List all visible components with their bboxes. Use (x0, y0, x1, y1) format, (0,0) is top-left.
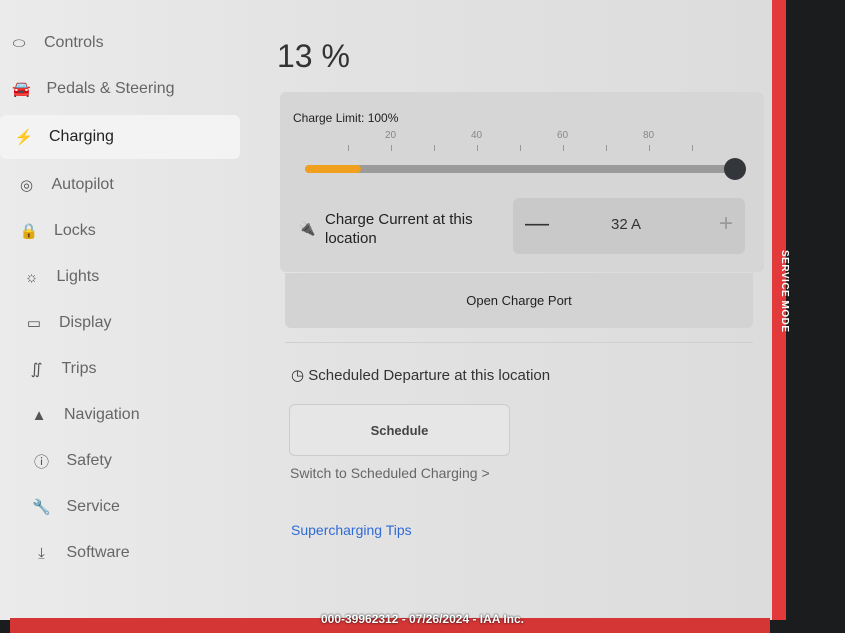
display-icon: ▭ (26, 315, 42, 332)
sidebar-item-pedals-steering[interactable]: 🚘 Pedals & Steering (0, 66, 240, 112)
toggle-icon: ⬭ (12, 34, 26, 52)
navigation-icon: ▲ (31, 406, 47, 424)
battery-percent: 13 % (277, 38, 350, 74)
charge-current-stepper: — 32 A + (513, 198, 745, 254)
schedule-button[interactable]: Schedule (289, 404, 510, 456)
download-icon: ⤓ (38, 544, 45, 562)
sidebar-item-label: Charging (49, 128, 114, 145)
slider-tick (563, 145, 564, 151)
service-mode-label: SERVICE MODE (779, 250, 790, 333)
sidebar-item-label: Trips (61, 360, 97, 377)
sidebar-item-label: Display (59, 314, 112, 331)
scheduled-departure: ◷ Scheduled Departure at this location (291, 366, 550, 384)
sidebar-item-label: Controls (44, 34, 104, 51)
slider-tick (692, 145, 693, 151)
slider-tick (477, 145, 478, 151)
slider-tick (649, 145, 650, 151)
sidebar-item-label: Lights (56, 268, 100, 285)
scheduled-departure-label: Scheduled Departure at this location (308, 367, 551, 384)
sidebar-item-label: Navigation (64, 406, 140, 423)
lightning-icon: ⚡ (14, 129, 34, 146)
sidebar-item-navigation[interactable]: ▲ Navigation (0, 392, 240, 438)
charge-current-label: Charge Current at this location (325, 211, 473, 247)
wrench-icon: 🔧 (32, 499, 51, 516)
sidebar: ⬭ Controls 🚘 Pedals & Steering ⚡ Charging ◎ Aut… (0, 20, 240, 576)
sidebar-item-autopilot[interactable]: ◎ Autopilot (0, 162, 240, 208)
charge-level-fill (305, 165, 361, 173)
plug-icon: 🔌 (298, 220, 316, 236)
sidebar-item-lights[interactable]: ☼ Lights (0, 254, 240, 300)
sun-icon: ☼ (24, 268, 39, 286)
settings-screen: ⬭ Controls 🚘 Pedals & Steering ⚡ Charging ◎ Aut… (0, 0, 772, 620)
open-charge-port-button[interactable]: Open Charge Port (285, 273, 753, 328)
steering-wheel-icon: ◎ (19, 177, 34, 194)
sidebar-item-locks[interactable]: 🔒 Locks (0, 208, 240, 254)
slider-tick (520, 145, 521, 151)
charge-limit-slider[interactable] (305, 165, 735, 173)
sidebar-item-charging[interactable]: ⚡ Charging (0, 115, 240, 159)
tick-label: 40 (471, 130, 483, 141)
sidebar-item-label: Safety (66, 452, 112, 469)
sidebar-item-service[interactable]: 🔧 Service (0, 484, 240, 530)
car-icon: 🚘 (12, 81, 31, 98)
sidebar-item-label: Pedals & Steering (46, 80, 175, 97)
switch-scheduled-charging-link[interactable]: Switch to Scheduled Charging > (290, 465, 490, 481)
decrease-button[interactable]: — (525, 210, 549, 238)
sidebar-item-label: Autopilot (51, 176, 114, 193)
tick-label: 60 (557, 130, 569, 141)
current-value: 32 A (611, 216, 642, 233)
slider-tick (348, 145, 349, 151)
divider (285, 342, 753, 343)
slider-handle[interactable] (724, 158, 746, 180)
clock-icon: ◷ (291, 367, 309, 384)
supercharging-tips-link[interactable]: Supercharging Tips (291, 522, 412, 538)
charge-limit-label: Charge Limit: 100% (293, 111, 399, 125)
sidebar-item-software[interactable]: ⤓ Software (0, 530, 240, 576)
sidebar-item-safety[interactable]: ⓘ Safety (0, 438, 240, 484)
sidebar-item-display[interactable]: ▭ Display (0, 300, 240, 346)
lock-icon: 🔒 (19, 223, 39, 240)
tick-label: 80 (643, 130, 655, 141)
sidebar-item-controls[interactable]: ⬭ Controls (0, 20, 240, 66)
sidebar-item-label: Locks (54, 222, 96, 239)
alert-circle-icon: ⓘ (33, 453, 49, 471)
slider-tick (391, 145, 392, 151)
trips-icon: ∬ (30, 361, 43, 378)
increase-button[interactable]: + (719, 210, 733, 238)
tick-label: 20 (385, 130, 397, 141)
watermark: 000-39962312 - 07/26/2024 - IAA Inc. (320, 612, 525, 626)
slider-tick (606, 145, 607, 151)
sidebar-item-trips[interactable]: ∬ Trips (0, 346, 240, 392)
slider-tick (434, 145, 435, 151)
sidebar-item-label: Software (66, 544, 130, 561)
sidebar-item-label: Service (66, 498, 120, 515)
